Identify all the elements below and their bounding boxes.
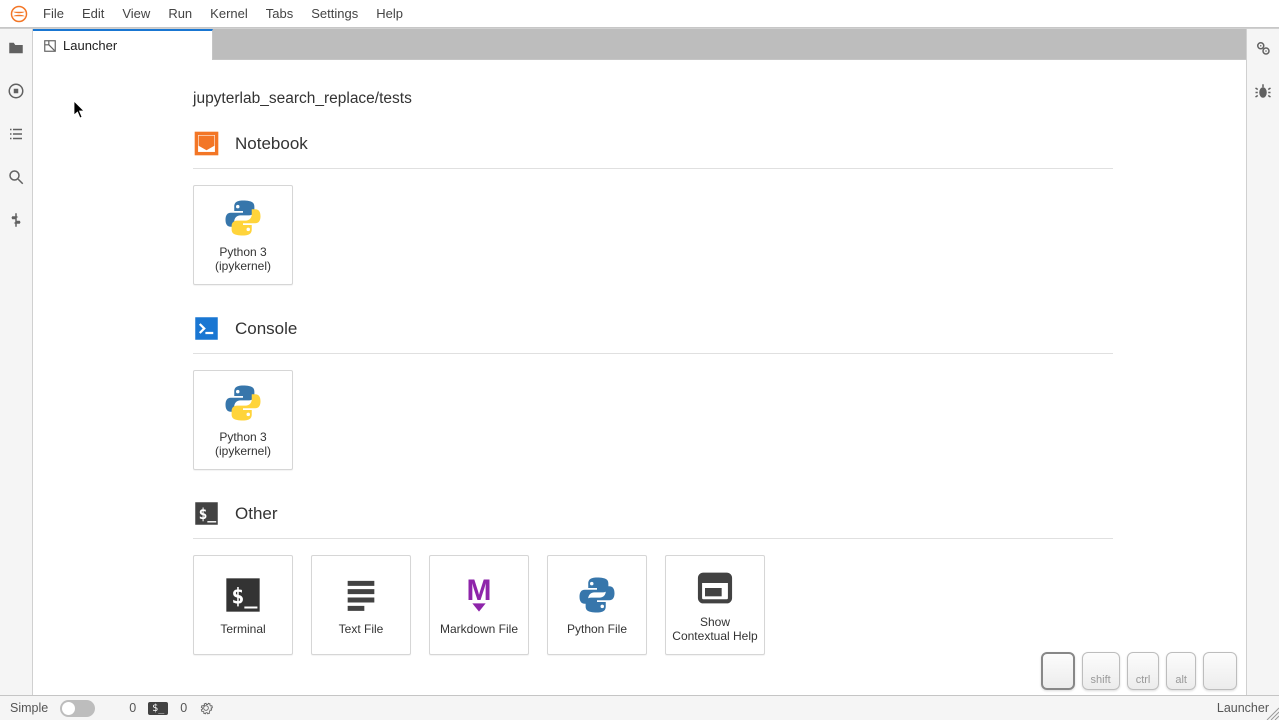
card-label: Python 3 (ipykernel) xyxy=(198,430,288,459)
svg-text:$_: $_ xyxy=(199,506,217,523)
search-icon[interactable] xyxy=(7,168,25,186)
launcher-tab-icon xyxy=(43,39,57,53)
simple-mode-toggle[interactable] xyxy=(60,700,95,717)
property-inspector-icon[interactable] xyxy=(1254,39,1272,57)
textfile-icon xyxy=(341,575,381,615)
card-label: Terminal xyxy=(220,622,265,636)
console-icon xyxy=(193,315,220,342)
menu-bar: File Edit View Run Kernel Tabs Settings … xyxy=(0,0,1279,28)
card-label: Python File xyxy=(567,622,627,636)
folder-icon[interactable] xyxy=(7,39,25,57)
section-notebook: Notebook Python 3 (ipykernel) xyxy=(193,130,1113,285)
settings-gear-icon[interactable] xyxy=(199,701,213,715)
menu-settings[interactable]: Settings xyxy=(302,2,367,25)
python-icon xyxy=(222,382,264,424)
svg-text:M: M xyxy=(467,575,492,607)
terminal-icon: $_ xyxy=(193,500,220,527)
key-blank-1 xyxy=(1041,652,1075,690)
svg-text:$_: $_ xyxy=(231,584,258,609)
python-icon xyxy=(222,197,264,239)
tabs-count: 0 xyxy=(129,701,136,715)
card-label: Markdown File xyxy=(440,622,518,636)
activity-bar xyxy=(0,29,33,695)
right-sidebar xyxy=(1246,29,1279,695)
resize-grip-icon[interactable] xyxy=(1263,704,1279,720)
card-markdown[interactable]: M Markdown File xyxy=(429,555,529,655)
card-label: Show Contextual Help xyxy=(670,615,760,644)
section-title-notebook: Notebook xyxy=(235,134,308,154)
section-title-other: Other xyxy=(235,504,278,524)
toc-icon[interactable] xyxy=(7,125,25,143)
python-icon xyxy=(576,574,618,616)
key-overlay: shift ctrl alt xyxy=(1041,652,1237,690)
card-pythonfile[interactable]: Python File xyxy=(547,555,647,655)
key-shift: shift xyxy=(1082,652,1120,690)
menu-help[interactable]: Help xyxy=(367,2,412,25)
notebook-icon xyxy=(193,130,220,157)
card-terminal[interactable]: $_ Terminal xyxy=(193,555,293,655)
tab-label: Launcher xyxy=(63,38,117,53)
card-console-python3[interactable]: Python 3 (ipykernel) xyxy=(193,370,293,470)
terminal-badge-icon[interactable]: $_ xyxy=(148,702,168,715)
jupyter-logo-icon xyxy=(10,5,28,23)
card-textfile[interactable]: Text File xyxy=(311,555,411,655)
menu-tabs[interactable]: Tabs xyxy=(257,2,302,25)
menu-kernel[interactable]: Kernel xyxy=(201,2,257,25)
launcher-panel: jupyterlab_search_replace/tests Notebook xyxy=(33,60,1246,695)
section-title-console: Console xyxy=(235,319,297,339)
menu-edit[interactable]: Edit xyxy=(73,2,113,25)
card-label: Text File xyxy=(339,622,384,636)
markdown-icon: M xyxy=(459,575,499,615)
tab-launcher[interactable]: Launcher xyxy=(33,29,213,60)
running-icon[interactable] xyxy=(7,82,25,100)
menu-file[interactable]: File xyxy=(34,2,73,25)
section-console: Console Python 3 (ipykernel) xyxy=(193,315,1113,470)
status-right-label: Launcher xyxy=(1217,701,1269,715)
help-icon xyxy=(695,568,735,608)
key-ctrl: ctrl xyxy=(1127,652,1160,690)
menu-view[interactable]: View xyxy=(113,2,159,25)
menu-run[interactable]: Run xyxy=(159,2,201,25)
section-other: $_ Other $_ Terminal xyxy=(193,500,1113,655)
extensions-icon[interactable] xyxy=(7,211,25,229)
status-bar: Simple 0 $_ 0 Launcher xyxy=(0,695,1279,720)
breadcrumb: jupyterlab_search_replace/tests xyxy=(193,90,1206,108)
debugger-icon[interactable] xyxy=(1254,82,1272,100)
key-alt: alt xyxy=(1166,652,1196,690)
card-contextual-help[interactable]: Show Contextual Help xyxy=(665,555,765,655)
simple-mode-label: Simple xyxy=(10,701,48,715)
terminal-icon: $_ xyxy=(223,575,263,615)
key-blank-2 xyxy=(1203,652,1237,690)
card-notebook-python3[interactable]: Python 3 (ipykernel) xyxy=(193,185,293,285)
card-label: Python 3 (ipykernel) xyxy=(198,245,288,274)
terms-count: 0 xyxy=(180,701,187,715)
tab-bar: Launcher xyxy=(33,29,1246,60)
